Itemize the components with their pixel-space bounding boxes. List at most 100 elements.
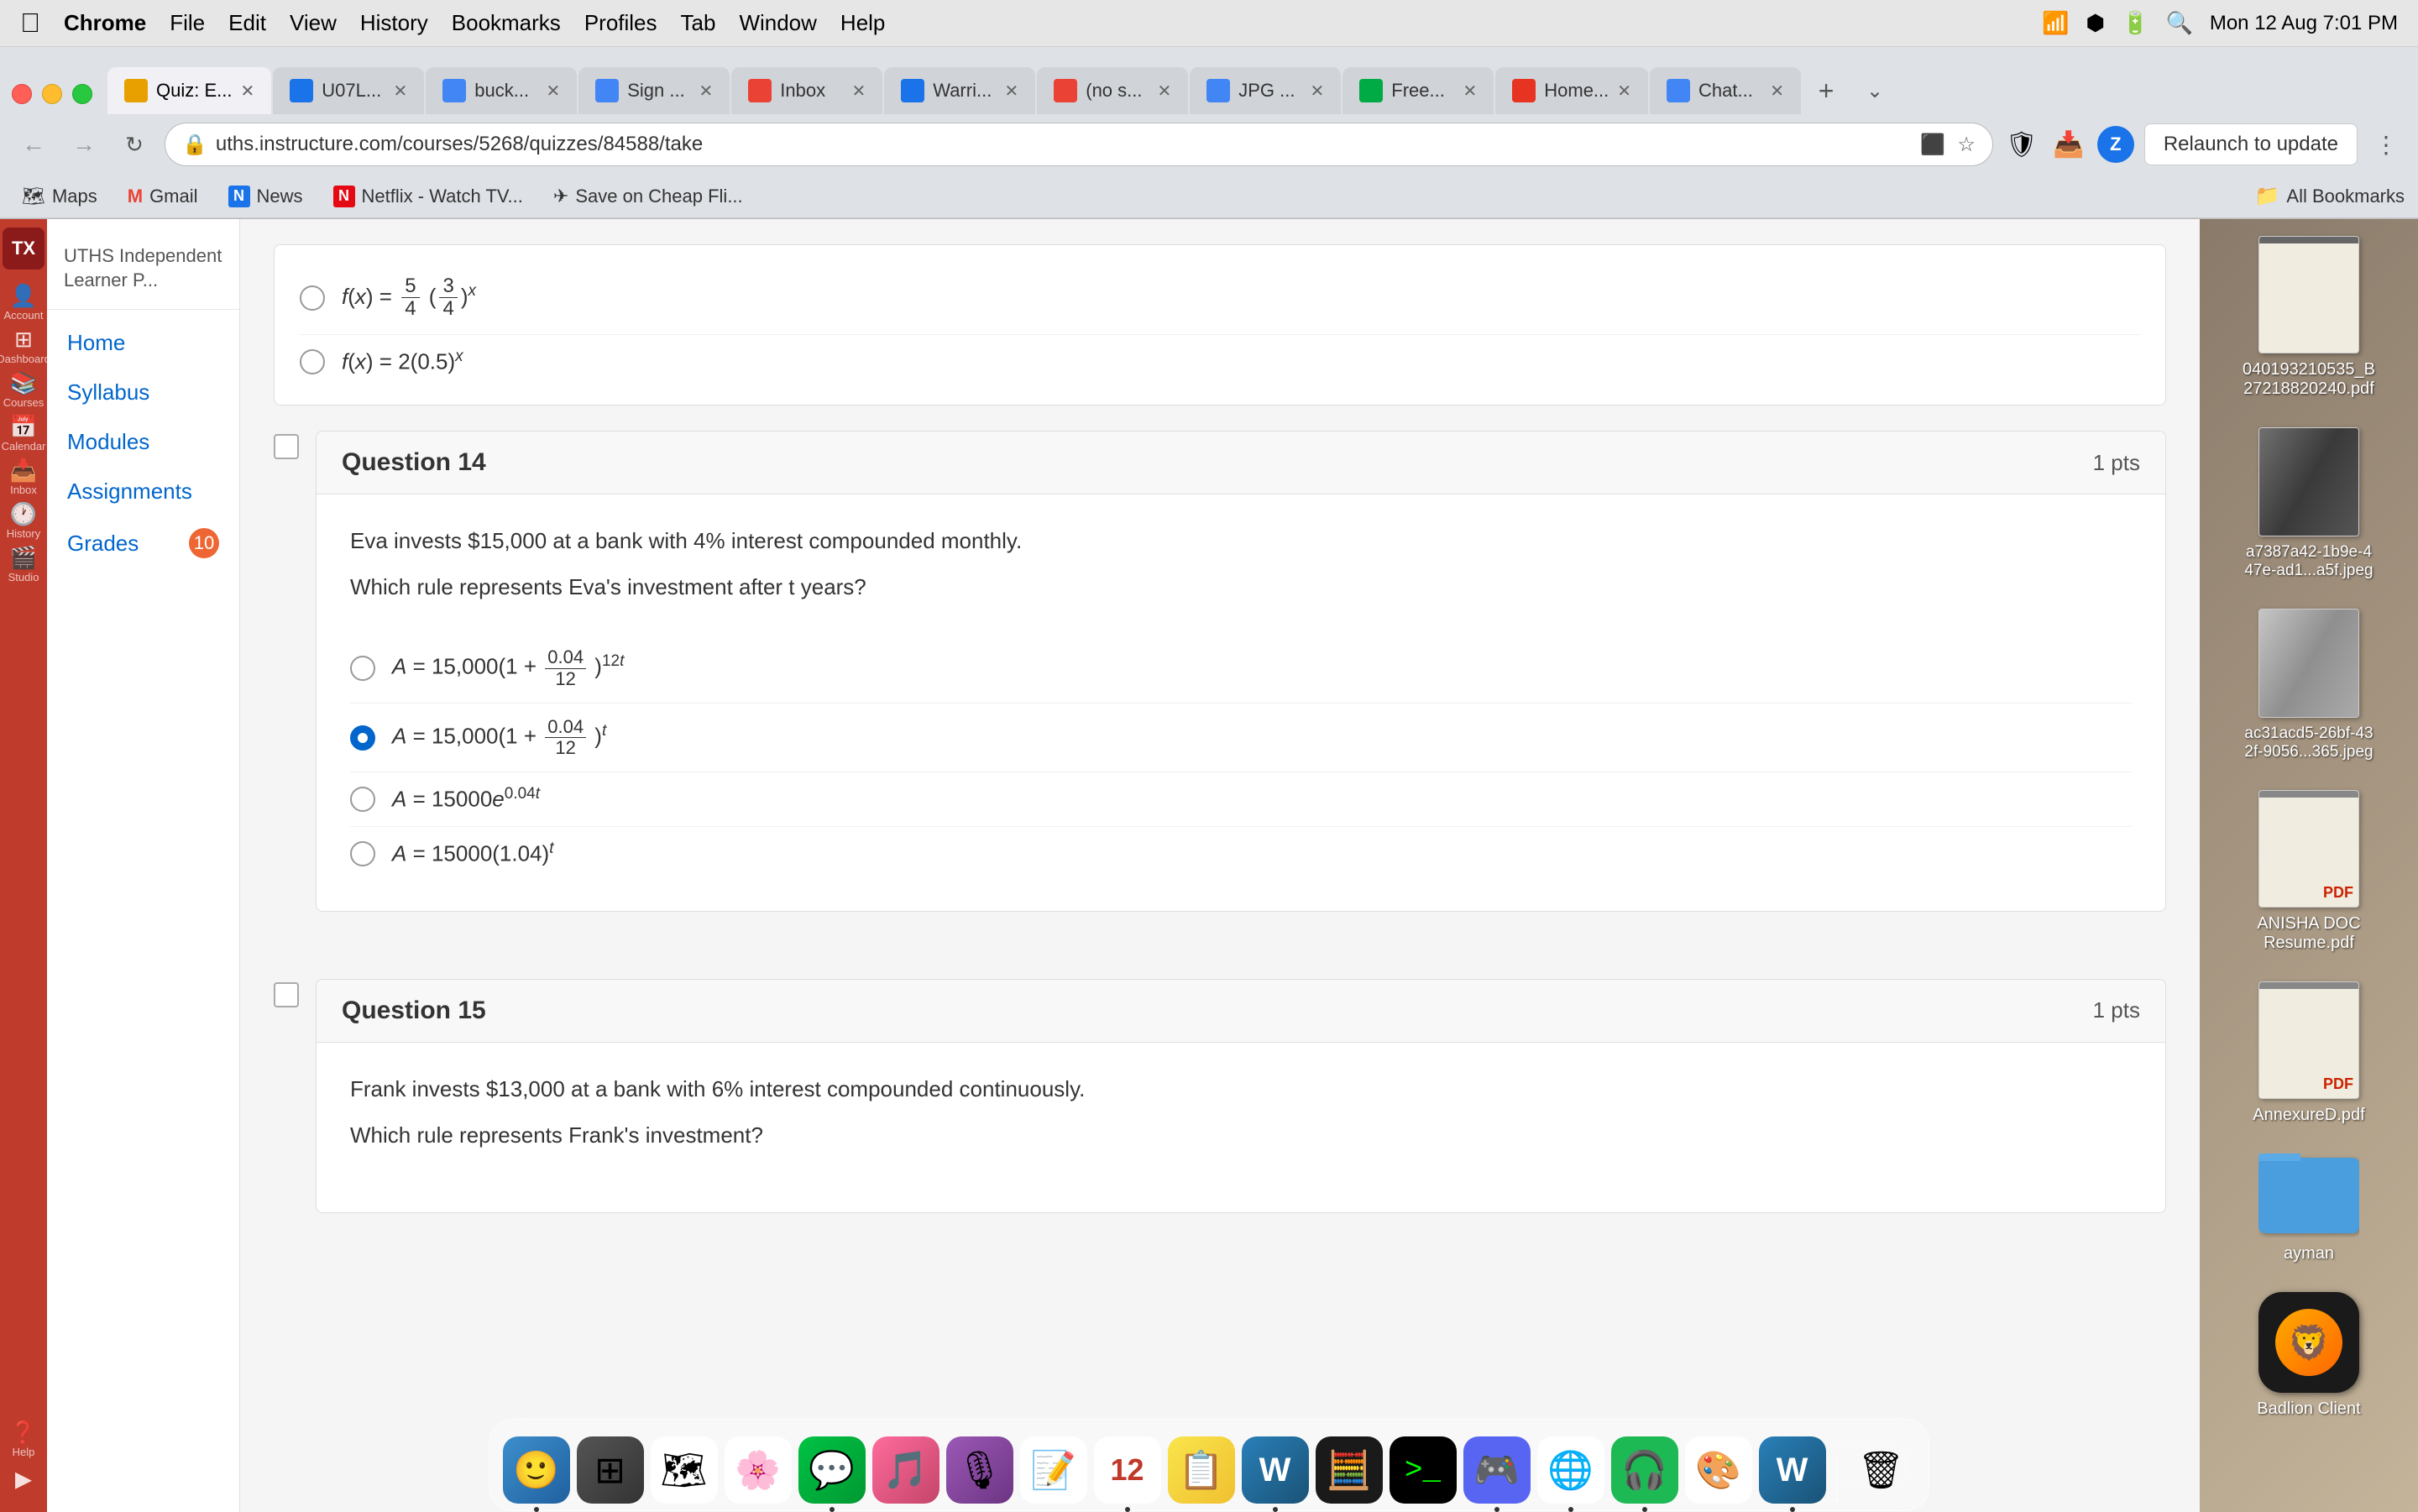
desktop-file-1[interactable]: 040193210535_B27218820240.pdf <box>2208 228 2410 407</box>
bookmark-star-icon[interactable]: ☆ <box>1957 133 1976 157</box>
menubar-history[interactable]: History <box>360 10 428 36</box>
wifi-icon[interactable]: 📶 <box>2042 10 2069 36</box>
dock-podcasts[interactable]: 🎙 <box>946 1436 1013 1504</box>
chrome-menu-button[interactable]: ⋮ <box>2368 131 2405 159</box>
tab-buck[interactable]: buck... ✕ <box>426 67 577 114</box>
menubar-view[interactable]: View <box>290 10 337 36</box>
dock-terminal[interactable]: >_ <box>1390 1436 1457 1504</box>
search-icon[interactable]: 🔍 <box>2165 10 2192 36</box>
dock-messages[interactable]: 💬 <box>798 1436 866 1504</box>
menubar-edit[interactable]: Edit <box>228 10 266 36</box>
sidebar-item-history[interactable]: 🕐 History <box>3 500 44 541</box>
tab-jpg[interactable]: JPG ... ✕ <box>1190 67 1341 114</box>
maximize-window-btn[interactable] <box>72 84 92 104</box>
radio-14-c[interactable] <box>350 787 375 812</box>
sidebar-item-calendar[interactable]: 📅 Calendar <box>3 412 44 454</box>
dock-spotify[interactable]: 🎧 <box>1611 1436 1678 1504</box>
tab-close-gmail-no[interactable]: ✕ <box>1157 81 1171 102</box>
dock-word[interactable]: W <box>1242 1436 1309 1504</box>
radio-prev-2[interactable] <box>300 349 325 374</box>
desktop-file-2[interactable]: a7387a42-1b9e-447e-ad1...a5f.jpeg <box>2208 419 2410 589</box>
menubar-app[interactable]: Chrome <box>64 10 146 36</box>
extension-icon-1[interactable]: 🛡 <box>2003 126 2040 163</box>
tab-u07l[interactable]: U07L... ✕ <box>273 67 424 114</box>
bookmark-gmail[interactable]: M Gmail <box>119 182 207 211</box>
sidebar-item-inbox[interactable]: 📥 Inbox <box>3 456 44 498</box>
sidebar-item-studio[interactable]: 🎬 Studio <box>3 543 44 585</box>
desktop-file-4[interactable]: PDF ANISHA DOCResume.pdf <box>2208 782 2410 961</box>
battery-icon[interactable]: 🔋 <box>2122 10 2148 36</box>
bookmark-netflix[interactable]: N Netflix - Watch TV... <box>325 182 531 211</box>
sidebar-item-account[interactable]: 👤 Account <box>3 281 44 323</box>
desktop-file-7[interactable]: 🦁 Badlion Client <box>2208 1284 2410 1427</box>
extension-icon-2[interactable]: 📥 <box>2050 126 2087 163</box>
desktop-file-6[interactable]: ayman <box>2208 1145 2410 1272</box>
nav-home[interactable]: Home <box>47 318 239 368</box>
dock-music[interactable]: 🎵 <box>872 1436 939 1504</box>
dock-calculator[interactable]: 🧮 <box>1316 1436 1383 1504</box>
tab-free[interactable]: Free... ✕ <box>1342 67 1494 114</box>
screen-icon[interactable]: ⬛ <box>1920 133 1945 157</box>
address-input[interactable]: 🔒 uths.instructure.com/courses/5268/quiz… <box>165 123 1993 166</box>
tab-close-u07l[interactable]: ✕ <box>393 81 407 102</box>
tab-close-jpg[interactable]: ✕ <box>1310 81 1324 102</box>
tab-gmail-no[interactable]: (no s... ✕ <box>1037 67 1188 114</box>
dock-photos[interactable]: 🌸 <box>725 1436 792 1504</box>
tab-chat[interactable]: Chat... ✕ <box>1650 67 1801 114</box>
sidebar-item-courses[interactable]: 📚 Courses <box>3 369 44 411</box>
menubar-profiles[interactable]: Profiles <box>584 10 657 36</box>
tab-quiz[interactable]: Quiz: E... ✕ <box>107 67 271 114</box>
desktop-file-3[interactable]: ac31acd5-26bf-432f-9056...365.jpeg <box>2208 600 2410 770</box>
flag-checkbox-14[interactable] <box>274 434 299 459</box>
apple-menu[interactable]:  <box>20 8 40 39</box>
radio-14-d[interactable] <box>350 841 375 866</box>
menubar-help[interactable]: Help <box>840 10 885 36</box>
nav-syllabus[interactable]: Syllabus <box>47 368 239 417</box>
desktop-file-5[interactable]: PDF AnnexureD.pdf <box>2208 973 2410 1133</box>
new-tab-button[interactable]: + <box>1803 67 1850 114</box>
sidebar-item-help[interactable]: ❓ Help <box>3 1418 44 1460</box>
relaunch-button[interactable]: Relaunch to update <box>2144 123 2358 165</box>
flag-checkbox-15[interactable] <box>274 982 299 1007</box>
bookmark-maps[interactable]: 🗺 Maps <box>13 182 106 211</box>
forward-button[interactable]: → <box>64 124 104 165</box>
nav-modules[interactable]: Modules <box>47 417 239 467</box>
tab-close-warr[interactable]: ✕ <box>1004 81 1018 102</box>
profile-icon[interactable]: Z <box>2097 126 2134 163</box>
menubar-bookmarks[interactable]: Bookmarks <box>452 10 561 36</box>
tab-close-inbox[interactable]: ✕ <box>851 81 866 102</box>
tab-sign[interactable]: Sign ... ✕ <box>578 67 730 114</box>
nav-assignments[interactable]: Assignments <box>47 467 239 516</box>
tab-close-quiz[interactable]: ✕ <box>240 81 254 102</box>
tab-warr[interactable]: Warri... ✕ <box>884 67 1035 114</box>
close-window-btn[interactable] <box>12 84 32 104</box>
dock-discord[interactable]: 🎮 <box>1463 1436 1531 1504</box>
bookmark-save[interactable]: ✈ Save on Cheap Fli... <box>545 182 751 211</box>
dock-word2[interactable]: W <box>1759 1436 1826 1504</box>
dock-trash[interactable]: 🗑 <box>1848 1436 1915 1504</box>
dock-maps[interactable]: 🗺 <box>651 1436 718 1504</box>
bookmark-news[interactable]: N News <box>220 182 311 211</box>
bluetooth-icon[interactable]: ⬢ <box>2086 10 2105 36</box>
minimize-window-btn[interactable] <box>42 84 62 104</box>
tab-close-buck[interactable]: ✕ <box>546 81 560 102</box>
tab-close-home[interactable]: ✕ <box>1617 81 1631 102</box>
dock-chrome[interactable]: 🌐 <box>1537 1436 1604 1504</box>
tab-home[interactable]: Home... ✕ <box>1495 67 1648 114</box>
all-bookmarks-button[interactable]: 📁 All Bookmarks <box>2255 184 2405 208</box>
dock-notes[interactable]: 📋 <box>1168 1436 1235 1504</box>
reload-button[interactable]: ↻ <box>114 124 154 165</box>
menubar-window[interactable]: Window <box>739 10 816 36</box>
dock-calendar[interactable]: 12 <box>1094 1436 1161 1504</box>
tab-inbox[interactable]: Inbox ✕ <box>731 67 882 114</box>
radio-14-a[interactable] <box>350 656 375 681</box>
sidebar-collapse-button[interactable]: ◀ <box>3 1462 44 1504</box>
radio-prev-1[interactable] <box>300 285 325 311</box>
sidebar-item-dashboard[interactable]: ⊞ Dashboard <box>3 325 44 367</box>
radio-14-b[interactable] <box>350 725 375 751</box>
nav-grades[interactable]: Grades 10 <box>47 516 239 570</box>
dock-reminders[interactable]: 📝 <box>1020 1436 1087 1504</box>
tab-close-sign[interactable]: ✕ <box>699 81 713 102</box>
dock-launchpad[interactable]: ⊞ <box>577 1436 644 1504</box>
dock-figma[interactable]: 🎨 <box>1685 1436 1752 1504</box>
